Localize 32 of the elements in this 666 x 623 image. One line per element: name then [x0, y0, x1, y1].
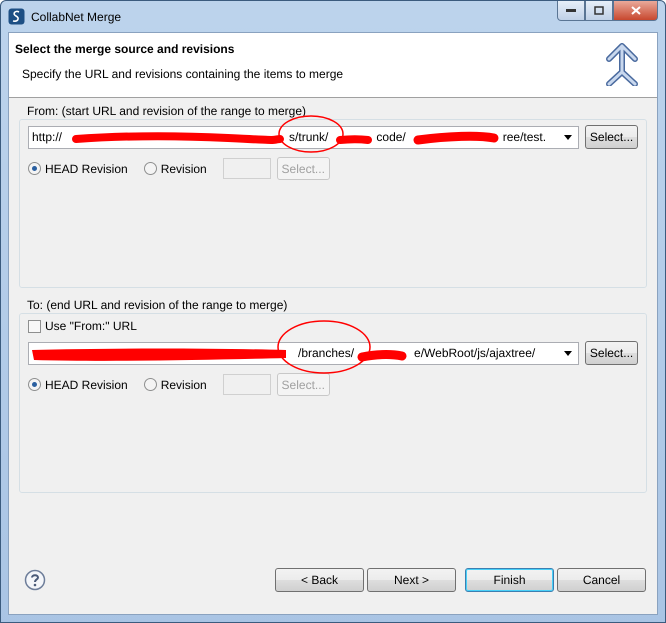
select-url-button[interactable]: Select... — [585, 341, 638, 365]
radio-circle[interactable] — [28, 378, 41, 391]
maximize-icon — [594, 6, 604, 15]
group-label: To: (end URL and revision of the range to merge) — [27, 298, 288, 313]
minimize-icon — [566, 8, 576, 12]
page-title: Select the merge source and revisions — [15, 42, 236, 56]
revision-radio[interactable]: HEAD Revision — [28, 378, 128, 392]
revision-radio[interactable]: Revision — [144, 162, 207, 176]
revision-radio[interactable]: HEAD Revision — [28, 162, 128, 176]
help-icon[interactable] — [24, 569, 46, 591]
use-from-checkbox[interactable]: Use "From:" URL — [28, 319, 628, 333]
page-description: Specify the URL and revisions containing the items to merge — [22, 67, 344, 81]
app-icon — [8, 8, 25, 25]
redaction-scribble — [336, 134, 372, 144]
checkbox-square[interactable] — [28, 320, 41, 332]
merge-arrows-icon — [605, 42, 639, 86]
redaction-scribble — [358, 350, 406, 361]
wizard-button[interactable]: Next > — [367, 568, 456, 592]
select-url-button[interactable]: Select... — [585, 125, 638, 149]
minimize-button[interactable] — [557, 1, 585, 21]
radio-circle[interactable] — [144, 162, 157, 175]
group-label: From: (start URL and revision of the range to merge) — [27, 104, 307, 119]
revision-radio[interactable]: Revision — [144, 378, 207, 392]
wizard-button[interactable]: < Back — [275, 568, 364, 592]
radio-circle[interactable] — [144, 378, 157, 391]
maximize-button[interactable] — [585, 1, 613, 21]
window-title: CollabNet Merge — [31, 10, 122, 24]
radio-circle[interactable] — [28, 162, 41, 175]
wizard-button[interactable]: Cancel — [557, 568, 646, 592]
close-button[interactable] — [613, 1, 658, 21]
wizard-button[interactable]: Finish — [465, 568, 554, 592]
close-icon — [630, 6, 640, 15]
